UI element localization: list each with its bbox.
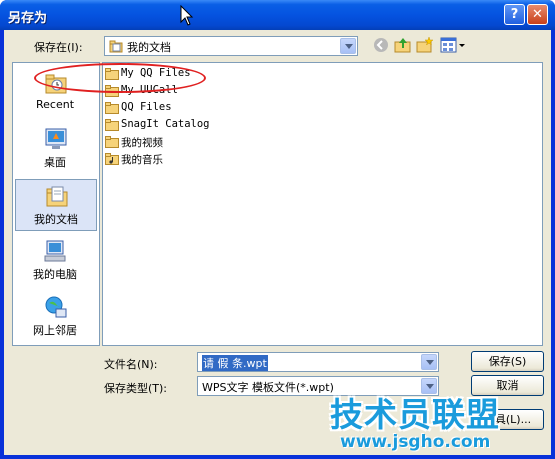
- place-label: Recent: [35, 98, 75, 111]
- desktop-icon: [45, 128, 67, 149]
- filename-value: 请 假 条.wpt: [202, 355, 268, 371]
- place-label: 网上邻居: [33, 324, 77, 337]
- music-folder-icon: [105, 153, 119, 165]
- back-icon[interactable]: [372, 36, 390, 54]
- my-documents-icon: [46, 186, 68, 207]
- place-my-computer[interactable]: 我的电脑: [15, 235, 97, 287]
- chevron-down-icon[interactable]: [421, 354, 437, 370]
- save-button[interactable]: 保存(S): [471, 351, 544, 372]
- folder-icon: [105, 136, 119, 148]
- place-desktop[interactable]: 桌面: [15, 123, 97, 175]
- my-computer-icon: [44, 240, 66, 262]
- place-network[interactable]: 网上邻居: [15, 291, 97, 343]
- watermark-url: www.jsgho.com: [340, 432, 491, 452]
- network-icon: [45, 296, 67, 318]
- help-button[interactable]: ?: [504, 4, 525, 25]
- save-in-combo[interactable]: 我的文档: [104, 36, 358, 56]
- save-in-value: 我的文档: [127, 41, 171, 54]
- new-folder-icon[interactable]: [416, 36, 434, 54]
- place-label: 桌面: [44, 156, 66, 169]
- file-name: 我的音乐: [121, 154, 163, 166]
- window-title: 另存为: [8, 11, 48, 26]
- folder-icon: [105, 102, 119, 114]
- place-label: 我的文档: [34, 213, 78, 226]
- mouse-cursor-icon: [180, 5, 194, 26]
- watermark-text: 技术员联盟: [330, 395, 500, 434]
- highlight-ellipse: [34, 63, 206, 93]
- title-bar[interactable]: 另存为 ? ✕: [0, 0, 555, 30]
- chevron-down-icon[interactable]: [340, 38, 356, 54]
- file-list[interactable]: My QQ Files My UUCall QQ Files SnagIt Ca…: [102, 62, 543, 346]
- save-in-label: 保存在(I):: [34, 41, 83, 54]
- view-menu-icon[interactable]: [440, 36, 466, 54]
- places-bar: Recent 桌面 我的文档 我的电脑 网上邻居: [12, 62, 100, 346]
- file-name: QQ Files: [121, 101, 172, 113]
- save-as-dialog: 另存为 ? ✕ 保存在(I): 我的文档 Recent 桌面 我的文档 我的电脑…: [0, 0, 555, 459]
- up-folder-icon[interactable]: [394, 36, 412, 54]
- place-label: 我的电脑: [33, 268, 77, 281]
- filetype-value: WPS文字 模板文件(*.wpt): [202, 381, 334, 394]
- watermark: 技术员联盟 www.jsgho.com: [330, 388, 520, 452]
- filename-label: 文件名(N):: [104, 358, 158, 371]
- place-my-documents[interactable]: 我的文档: [15, 179, 97, 231]
- file-name: SnagIt Catalog: [121, 118, 210, 130]
- folder-icon: [105, 119, 119, 131]
- filetype-label: 保存类型(T):: [104, 382, 168, 395]
- filename-input[interactable]: 请 假 条.wpt: [197, 352, 439, 372]
- file-name: 我的视频: [121, 137, 163, 149]
- close-button[interactable]: ✕: [527, 4, 548, 25]
- my-documents-small-icon: [109, 40, 123, 53]
